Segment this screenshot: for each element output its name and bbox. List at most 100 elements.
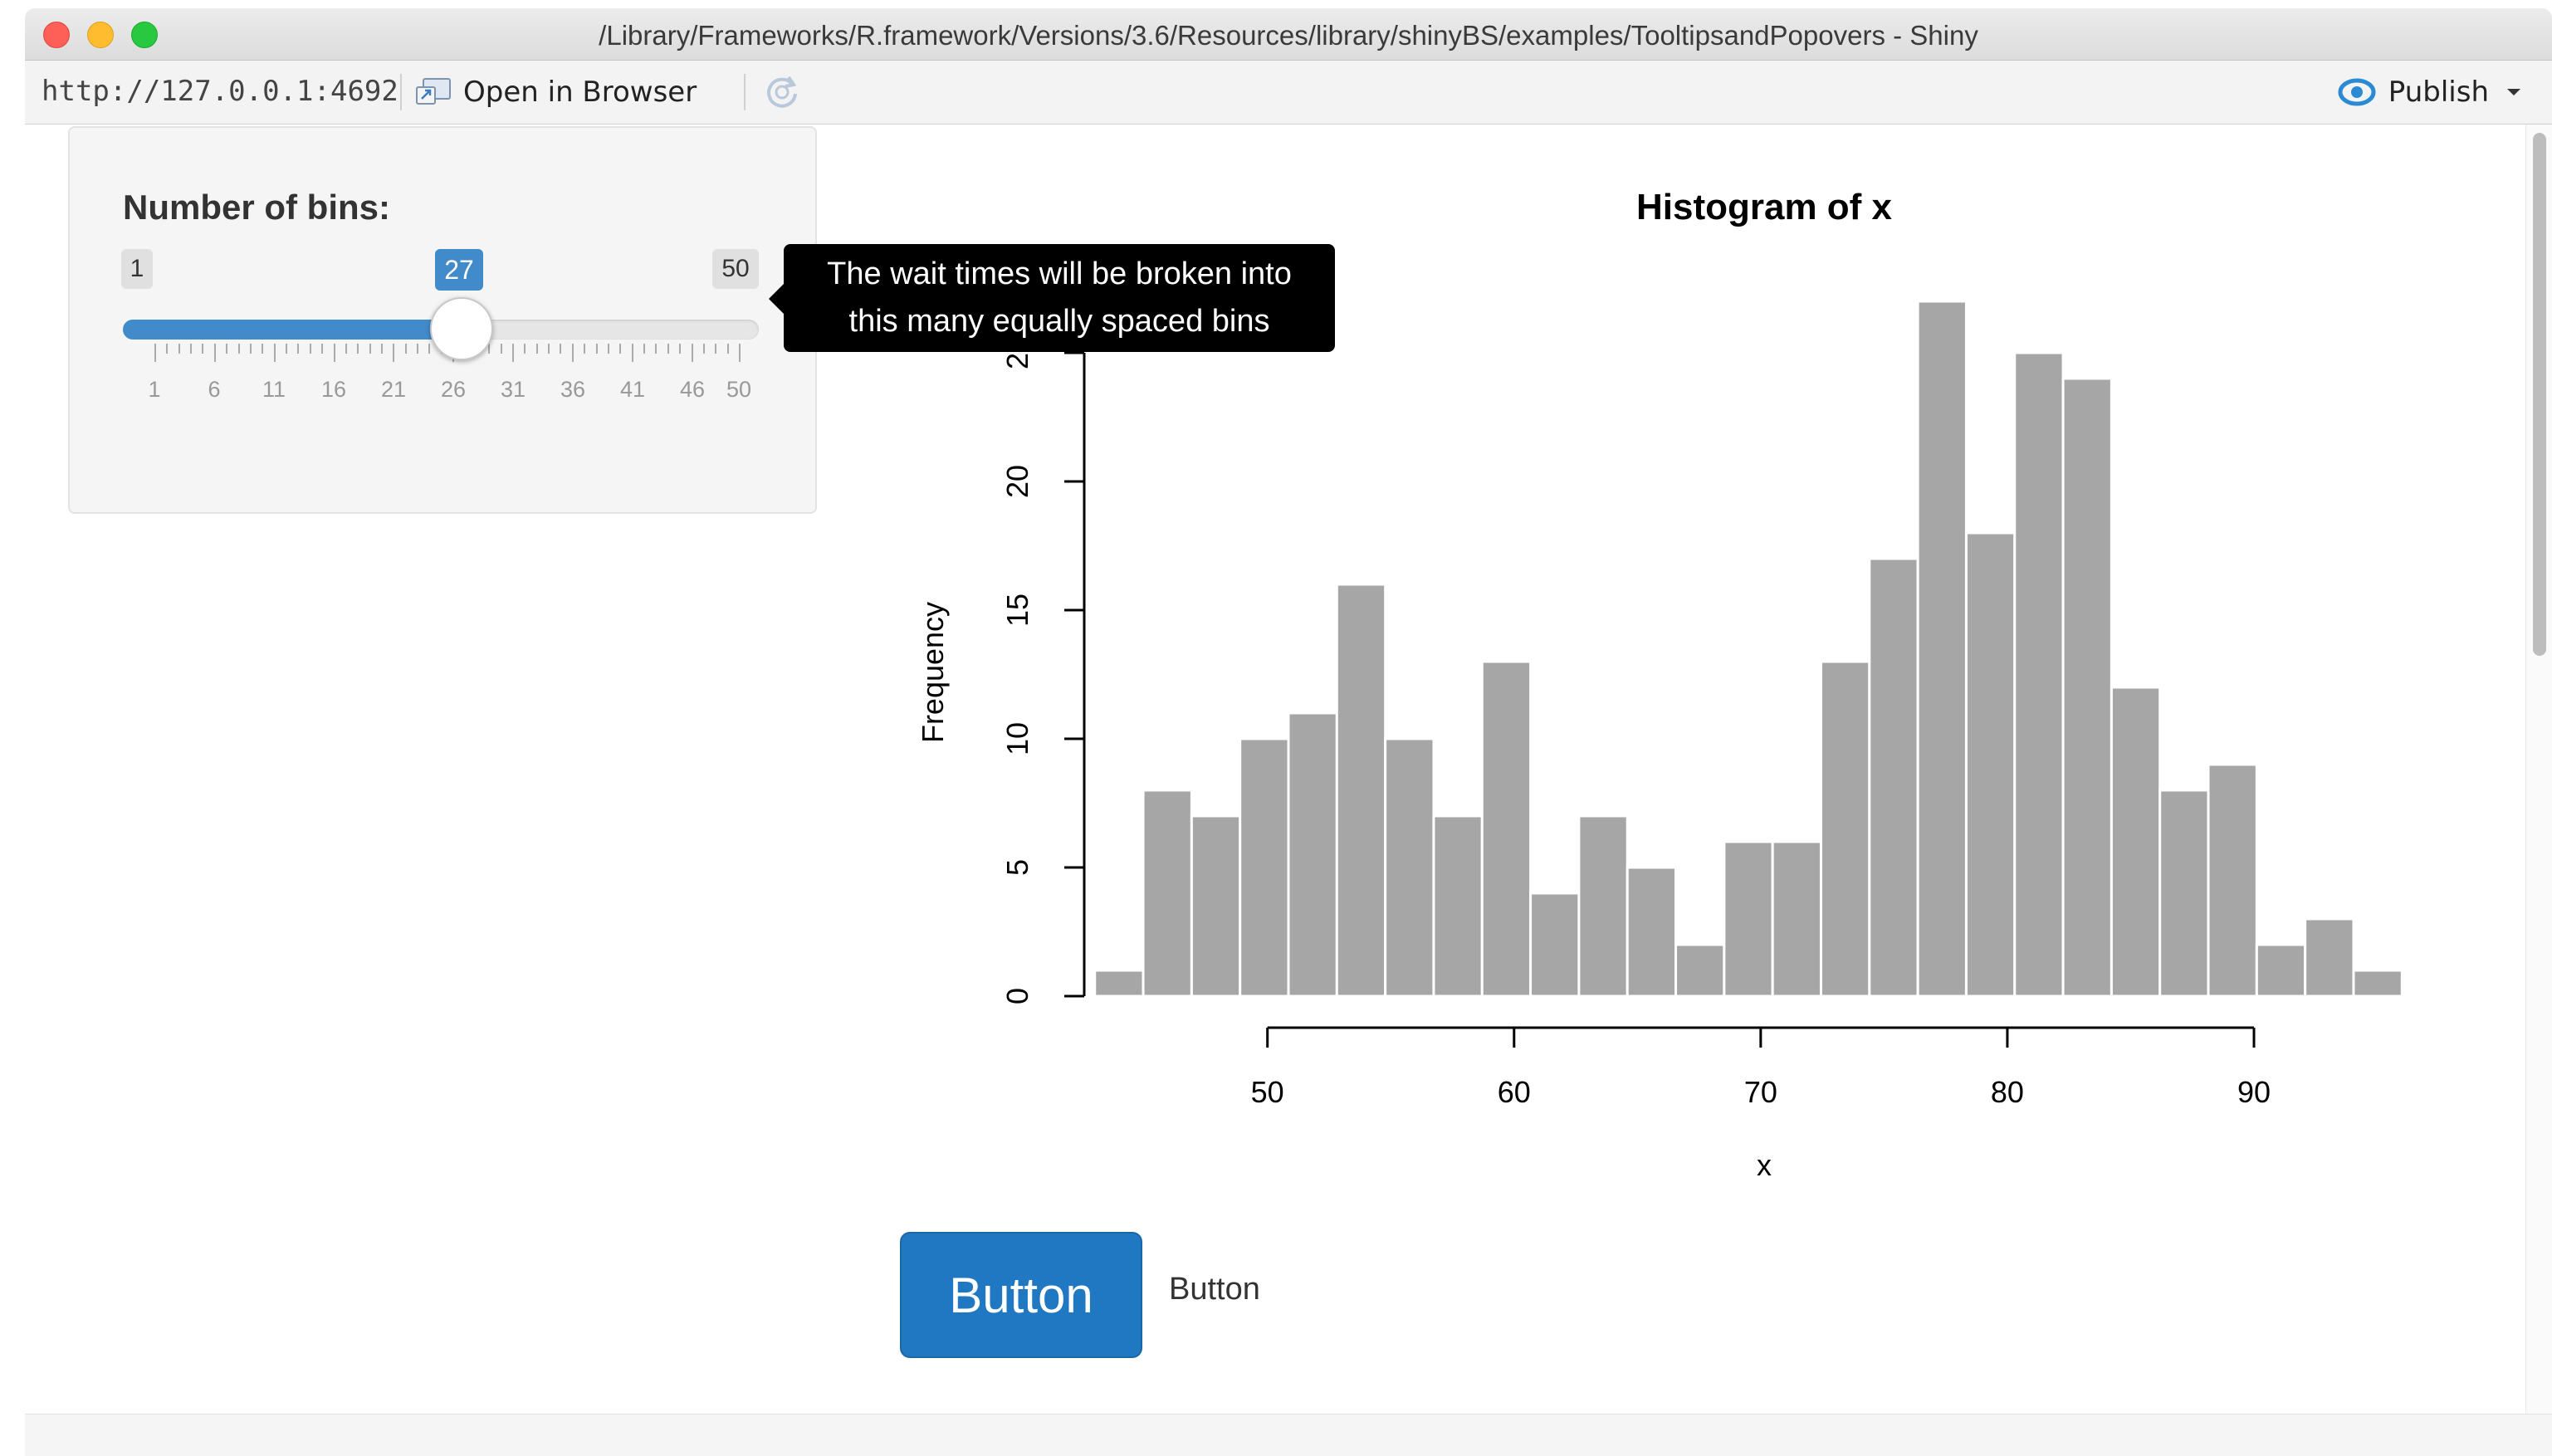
slider-tick-mark bbox=[380, 344, 383, 354]
histogram-bar bbox=[2158, 789, 2210, 998]
histogram-bar bbox=[1142, 789, 1193, 998]
slider-tick-mark bbox=[345, 344, 347, 354]
slider-tick-mark bbox=[524, 344, 526, 354]
x-tick-label: 80 bbox=[1991, 1075, 2024, 1109]
histogram-bar bbox=[1723, 840, 1774, 998]
slider-tick-label: 1 bbox=[148, 377, 161, 402]
open-in-browser-button[interactable]: Open in Browser bbox=[415, 71, 697, 114]
histogram-bar bbox=[2013, 351, 2065, 998]
slider-tick-mark bbox=[667, 344, 669, 354]
slider-tick-mark bbox=[154, 344, 156, 362]
open-in-browser-label: Open in Browser bbox=[463, 76, 697, 109]
slider-tick-label: 21 bbox=[380, 377, 407, 402]
y-tick-label: 15 bbox=[1000, 594, 1034, 627]
histogram-bar bbox=[1916, 300, 1968, 998]
slider-max-badge: 50 bbox=[712, 249, 759, 289]
slider-tick-mark bbox=[548, 344, 550, 354]
histogram-bar bbox=[2304, 917, 2355, 998]
slider-tick-mark bbox=[333, 344, 335, 362]
viewer-toolbar: http://127.0.0.1:4692 Open in Browser Pu… bbox=[25, 61, 2552, 125]
histogram-bar bbox=[1964, 531, 2017, 998]
primary-button[interactable]: Button bbox=[900, 1232, 1142, 1358]
slider-min-badge: 1 bbox=[121, 249, 153, 289]
y-tick-label: 10 bbox=[1000, 722, 1034, 755]
slider-tick-mark bbox=[321, 344, 324, 354]
refresh-icon[interactable] bbox=[760, 71, 804, 114]
histogram-bar bbox=[1239, 737, 1290, 998]
slider-tick-mark bbox=[309, 344, 311, 354]
slider-track-fill bbox=[123, 320, 460, 340]
slider-tick-mark bbox=[679, 344, 682, 354]
histogram-bar bbox=[1674, 943, 1726, 998]
histogram-bar bbox=[2352, 969, 2403, 998]
chevron-down-icon[interactable] bbox=[2506, 87, 2522, 97]
slider-tick-mark bbox=[643, 344, 646, 354]
tooltip-arrow bbox=[769, 284, 784, 314]
slider-tick-mark bbox=[619, 344, 622, 354]
slider-tick-mark bbox=[178, 344, 180, 354]
histogram-bar bbox=[1190, 814, 1242, 998]
open-in-browser-icon bbox=[416, 78, 451, 105]
slider-tick-mark bbox=[571, 344, 574, 362]
histogram-bar bbox=[1335, 583, 1387, 998]
histogram-bar bbox=[1819, 660, 1871, 998]
vertical-scrollbar[interactable] bbox=[2525, 125, 2552, 1414]
url-display[interactable]: http://127.0.0.1:4692 bbox=[42, 75, 398, 108]
y-tick-label: 0 bbox=[1000, 988, 1034, 1004]
slider-handle[interactable] bbox=[430, 297, 493, 360]
slider-tick-mark bbox=[404, 344, 407, 354]
histogram-bar bbox=[1771, 840, 1822, 998]
slider-tick-mark bbox=[584, 344, 586, 354]
slider-tick-mark bbox=[726, 344, 729, 354]
histogram-bar bbox=[1529, 892, 1581, 998]
histogram-bar bbox=[1287, 711, 1338, 998]
title-bar: /Library/Frameworks/R.framework/Versions… bbox=[25, 8, 2552, 61]
histogram-bar bbox=[1577, 814, 1629, 998]
publish-label: Publish bbox=[2388, 76, 2489, 109]
window-title: /Library/Frameworks/R.framework/Versions… bbox=[599, 20, 1978, 51]
slider-tick-mark bbox=[273, 344, 276, 362]
slider-tick-mark bbox=[691, 344, 693, 362]
publish-button[interactable]: Publish bbox=[2335, 71, 2552, 114]
scrollbar-thumb[interactable] bbox=[2533, 133, 2546, 656]
slider-tick-mark bbox=[297, 344, 300, 354]
slider-tick-label: 31 bbox=[500, 377, 526, 402]
slider-tick-mark bbox=[166, 344, 169, 354]
histogram-chart: Histogram of x Frequency x 0 5 10 15 20 25 50 6… bbox=[916, 187, 2403, 1182]
bins-slider-label: Number of bins: bbox=[123, 188, 390, 227]
x-tick-label: 70 bbox=[1744, 1075, 1777, 1109]
slider-tick-label: 16 bbox=[320, 377, 347, 402]
histogram-bar bbox=[1432, 814, 1484, 998]
slider-tick-mark bbox=[500, 344, 502, 354]
histogram-bar bbox=[2061, 377, 2113, 998]
slider-tick-mark bbox=[249, 344, 252, 354]
x-tick-label: 50 bbox=[1251, 1075, 1284, 1109]
slider-tick-mark bbox=[512, 344, 515, 362]
slider-tick-label: 41 bbox=[619, 377, 646, 402]
slider-tick-mark bbox=[631, 344, 633, 362]
slider-tick-mark bbox=[190, 344, 193, 354]
slider-tick-mark bbox=[655, 344, 658, 354]
histogram-bar bbox=[1480, 660, 1533, 998]
slider-tick-mark bbox=[595, 344, 598, 354]
slider-tick-mark bbox=[715, 344, 717, 354]
histogram-bar bbox=[2255, 943, 2307, 998]
y-tick-label: 5 bbox=[1000, 859, 1034, 876]
slider-tick-mark bbox=[393, 344, 395, 362]
histogram-bar bbox=[1868, 557, 1919, 998]
histogram-bar bbox=[1384, 737, 1435, 998]
y-axis-label: Frequency bbox=[916, 602, 950, 743]
slider-tick-mark bbox=[286, 344, 288, 354]
x-tick-label: 90 bbox=[2237, 1075, 2271, 1109]
slider-tick-mark bbox=[369, 344, 371, 354]
histogram-bar bbox=[1626, 866, 1678, 998]
secondary-button[interactable]: Button bbox=[1169, 1272, 1260, 1307]
x-tick-label: 60 bbox=[1498, 1075, 1531, 1109]
slider-tick-mark bbox=[488, 344, 491, 354]
slider-tick-label: 36 bbox=[560, 377, 586, 402]
toolbar-divider bbox=[744, 74, 746, 110]
slider-tick-mark bbox=[357, 344, 359, 354]
slider-tick-label: 6 bbox=[208, 377, 221, 402]
slider-tick-label: 50 bbox=[726, 377, 752, 402]
slider-tick-mark bbox=[607, 344, 609, 354]
